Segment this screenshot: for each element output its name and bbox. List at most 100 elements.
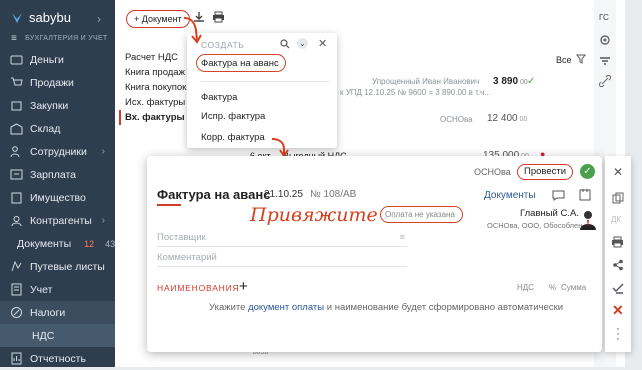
subnav-purchase-book[interactable]: Книга покупок: [125, 80, 186, 95]
search-icon[interactable]: [280, 39, 290, 49]
sidebar-item-7[interactable]: Контрагенты ›: [0, 209, 115, 232]
sidebar-nav: Деньги Продажи Закупки Склад Сотрудники › Зарп…: [0, 48, 115, 370]
row2-sum: 12 400 00: [487, 113, 527, 124]
print-dialog-icon[interactable]: [611, 236, 624, 248]
org-label[interactable]: ОСНОва: [474, 167, 511, 177]
arrow-annotation-1: [183, 17, 202, 44]
sidebar-item-11[interactable]: Налоги: [0, 301, 115, 324]
menu-icon[interactable]: ≡: [11, 33, 17, 44]
chevron-right-icon[interactable]: ›: [102, 215, 105, 226]
share-icon[interactable]: [612, 259, 624, 271]
link-icon[interactable]: [599, 75, 611, 87]
create-popup: СОЗДАТЬ ⌄ ✕ Фактура на аванс Фактура Исп…: [187, 33, 337, 148]
comment-placeholder: Комментарий: [157, 252, 217, 263]
supplier-placeholder: Поставщик: [157, 232, 206, 243]
badge-count-total: 43: [105, 238, 116, 249]
logo-text: sabybu: [29, 10, 71, 25]
sidebar-item-6[interactable]: Имущество: [0, 186, 115, 209]
settings-icon[interactable]: [599, 34, 611, 46]
app-logo[interactable]: sabybu: [11, 10, 71, 25]
documents-link[interactable]: Документы: [484, 190, 536, 201]
popup-item-advance-invoice[interactable]: Фактура на аванс: [201, 58, 279, 69]
items-header: НАИМЕНОВАНИЯ: [157, 283, 240, 293]
invoice-dialog: ОСНОва Провести ✓ Фактура на аванс 21.10…: [147, 156, 602, 352]
row2-sum-value: 12 400: [487, 113, 518, 124]
logo-icon: [12, 12, 22, 23]
salary-icon: [10, 169, 23, 180]
row1-sum-value: 3 890: [493, 76, 519, 87]
sidebar-item-label: Налоги: [30, 306, 66, 319]
chevron-right-icon[interactable]: ›: [102, 146, 105, 157]
payment-field[interactable]: Оплата не указана: [385, 210, 455, 219]
sidebar-item-10[interactable]: Учет: [0, 278, 115, 301]
add-item-icon[interactable]: +: [239, 278, 248, 295]
print-icon[interactable]: [212, 11, 225, 23]
subnav-outgoing-invoices[interactable]: Исх. фактуры: [125, 95, 186, 110]
delete-icon[interactable]: ✕: [612, 302, 624, 319]
all-filter[interactable]: Все: [556, 55, 572, 65]
more-icon[interactable]: · · ·: [616, 322, 620, 344]
sidebar-item-label: Деньги: [30, 53, 64, 66]
popup-item-adjustment-invoice[interactable]: Корр. фактура: [201, 132, 265, 143]
list-icon[interactable]: ≡: [399, 232, 405, 243]
sidebar-item-label: Продажи: [30, 76, 74, 89]
signer-org: ОСНОва, ООО, Обособлен...: [487, 221, 589, 230]
document-number[interactable]: № 108/АВ: [310, 189, 356, 200]
row2-sum-dec: 00: [519, 116, 528, 123]
signer-name[interactable]: Главный С.А.: [520, 208, 579, 219]
document-date[interactable]: 21.10.25: [264, 189, 303, 200]
subnav-incoming-invoices[interactable]: Вх. фактуры: [119, 110, 186, 125]
dk-icon[interactable]: ДК: [611, 215, 621, 224]
close-dialog-icon[interactable]: ✕: [613, 165, 623, 179]
sidebar-item-3[interactable]: Склад: [0, 117, 115, 140]
app-subtitle: ≡ БУХГАЛТЕРИЯ И УЧЕТ: [11, 33, 108, 44]
subtitle-text: БУХГАЛТЕРИЯ И УЧЕТ: [25, 35, 108, 42]
sidebar-item-8[interactable]: Документы 12 43: [0, 232, 115, 255]
confirm-check-icon[interactable]: ✓: [580, 164, 595, 179]
close-icon[interactable]: ✕: [318, 37, 327, 50]
post-button[interactable]: Провести: [517, 164, 574, 180]
row2-org: ОСНОва: [440, 115, 473, 124]
sidebar-item-label: Путевые листы: [30, 260, 105, 273]
popup-divider: [201, 81, 329, 82]
warehouse-icon: [10, 123, 23, 135]
sidebar-item-label: Документы: [17, 237, 72, 250]
approve-icon[interactable]: [612, 282, 624, 294]
sidebar-item-label: Контрагенты: [30, 214, 92, 227]
taxes-subnav: Расчет НДС Книга продаж Книга покупок Ис…: [119, 50, 186, 125]
comment-field[interactable]: Комментарий: [157, 252, 407, 267]
sidebar-item-label: Зарплата: [30, 168, 76, 181]
sidebar-item-label: Сотрудники: [30, 145, 87, 158]
copy-icon[interactable]: [612, 192, 624, 204]
sidebar-item-2[interactable]: Закупки: [0, 94, 115, 117]
subnav-sales-book[interactable]: Книга продаж: [125, 65, 186, 80]
funnel-icon[interactable]: [576, 54, 586, 64]
sidebar-item-label: Учет: [30, 283, 53, 296]
popup-item-invoice[interactable]: Фактура: [201, 92, 237, 103]
avatar: [580, 211, 596, 230]
popup-item-corrected-invoice[interactable]: Испр. фактура: [201, 111, 265, 122]
edit-doc-icon[interactable]: [579, 188, 591, 201]
chat-icon[interactable]: [552, 189, 565, 201]
route-icon: [11, 260, 22, 272]
sidebar-item-12[interactable]: НДС: [0, 324, 115, 347]
gc-label[interactable]: ГС: [599, 13, 609, 22]
sidebar-item-label: Имущество: [30, 191, 86, 204]
subnav-vat-calc[interactable]: Расчет НДС: [125, 50, 186, 65]
sidebar-item-5[interactable]: Зарплата: [0, 163, 115, 186]
payment-doc-link[interactable]: документ оплаты: [248, 302, 324, 313]
sidebar-item-label: Склад: [30, 122, 61, 135]
col-sum: Сумма: [561, 283, 587, 292]
chevron-right-icon[interactable]: ›: [97, 12, 101, 26]
sidebar-item-label: Закупки: [30, 99, 69, 112]
sidebar-item-1[interactable]: Продажи: [0, 71, 115, 94]
chevron-down-icon[interactable]: ⌄: [297, 38, 308, 49]
sidebar: sabybu › ≡ БУХГАЛТЕРИЯ И УЧЕТ Деньги Прод…: [0, 0, 115, 367]
hint-before: Укажите: [209, 302, 249, 313]
sidebar-item-4[interactable]: Сотрудники ›: [0, 140, 115, 163]
filter-list-icon[interactable]: [599, 55, 611, 67]
sidebar-item-0[interactable]: Деньги: [0, 48, 115, 71]
report-icon: [11, 352, 22, 365]
sidebar-item-9[interactable]: Путевые листы: [0, 255, 115, 278]
supplier-field[interactable]: Поставщик ≡: [157, 232, 407, 247]
